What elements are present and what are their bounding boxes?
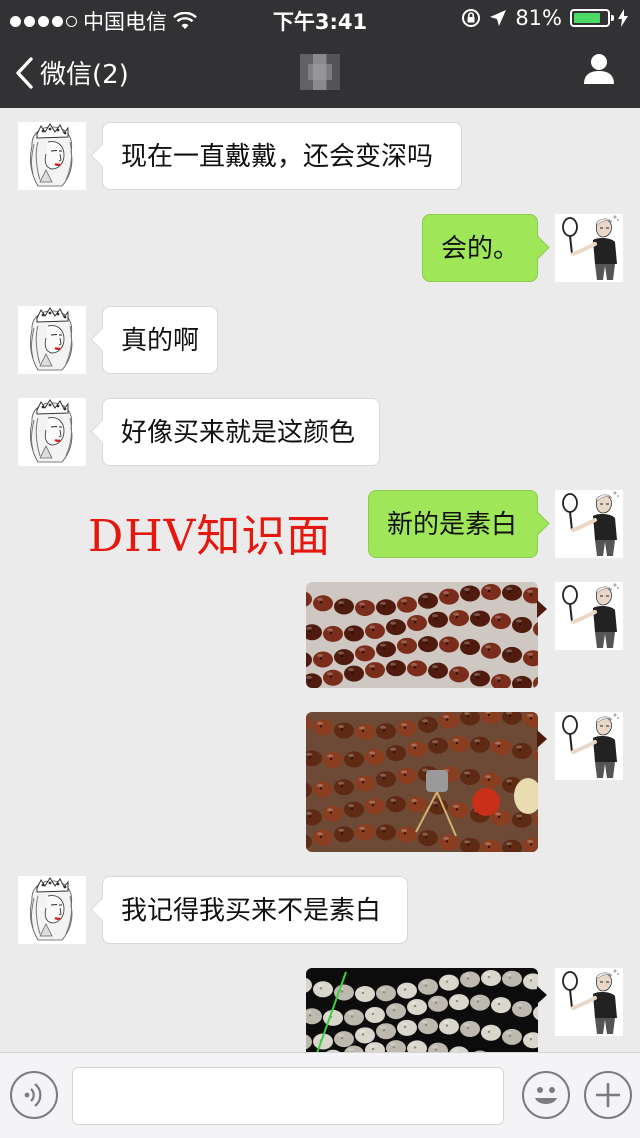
bubble-tail <box>537 730 547 748</box>
chevron-left-icon <box>16 56 33 89</box>
bubble-tail <box>537 600 547 618</box>
contact-avatar[interactable] <box>18 398 86 466</box>
my-avatar[interactable] <box>555 582 623 650</box>
image-message[interactable] <box>306 712 538 852</box>
chat-title-pixelated <box>300 54 340 90</box>
message-input[interactable] <box>72 1067 504 1125</box>
location-arrow-icon <box>490 10 507 26</box>
my-avatar[interactable] <box>555 968 623 1036</box>
back-label: 微信(2) <box>40 60 129 90</box>
contact-avatar[interactable] <box>18 876 86 944</box>
outgoing-message[interactable]: 新的是素白 <box>368 490 538 558</box>
image-message[interactable] <box>306 968 538 1052</box>
emoji-icon <box>535 1087 557 1104</box>
person-icon <box>584 54 614 84</box>
status-bar: 中国电信 下午3:41 81% <box>0 0 640 36</box>
incoming-message[interactable]: 现在一直戴戴，还会变深吗 <box>102 122 462 190</box>
incoming-message[interactable]: 好像买来就是这颜色 <box>102 398 380 466</box>
my-avatar[interactable] <box>555 712 623 780</box>
orientation-lock-icon <box>462 9 481 27</box>
nav-bar: 微信(2) <box>0 36 640 108</box>
contact-avatar[interactable] <box>18 306 86 374</box>
outgoing-message[interactable]: 会的。 <box>422 214 538 282</box>
watermark-text: DHV知识面 <box>88 511 332 562</box>
emoji-button[interactable] <box>522 1071 570 1119</box>
voice-icon <box>24 1083 42 1107</box>
my-avatar[interactable] <box>555 490 623 558</box>
contact-info-button[interactable] <box>582 52 616 90</box>
plus-icon <box>596 1083 620 1107</box>
incoming-message[interactable]: 真的啊 <box>102 306 218 374</box>
bubble-tail <box>537 986 547 1004</box>
input-bar <box>0 1052 640 1138</box>
charging-bolt-icon <box>618 9 628 27</box>
image-message[interactable] <box>306 582 538 688</box>
contact-avatar[interactable] <box>18 122 86 190</box>
voice-button[interactable] <box>10 1071 58 1119</box>
back-button[interactable]: 微信(2) <box>14 54 129 91</box>
battery-percent: 81% <box>515 6 562 30</box>
my-avatar[interactable] <box>555 214 623 282</box>
top-bar: 中国电信 下午3:41 81% 微信(2) <box>0 0 640 108</box>
incoming-message[interactable]: 我记得我买来不是素白 <box>102 876 408 944</box>
chat-area[interactable]: DHV知识面 现在一直戴戴，还会变深吗会的。真的啊好像买来就是这颜色新的是素白我… <box>0 108 640 1052</box>
battery-icon <box>570 9 614 27</box>
more-button[interactable] <box>584 1071 632 1119</box>
